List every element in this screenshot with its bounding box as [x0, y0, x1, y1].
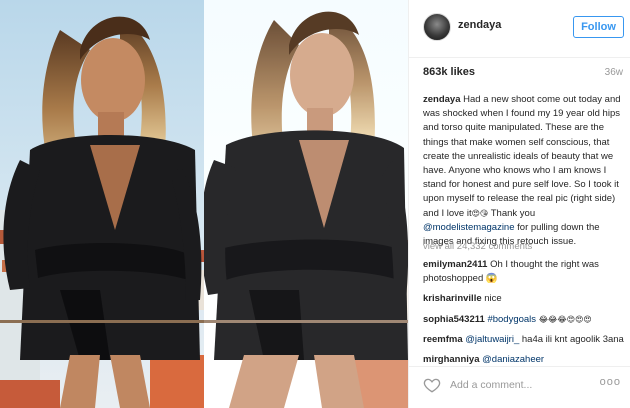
- comment-item: sophia543211 #bodygoals 😂😂😂😍😍😍: [423, 313, 627, 327]
- comment-user[interactable]: krisharinville: [423, 293, 482, 304]
- comment-hashtag[interactable]: #bodygoals: [487, 314, 536, 325]
- photo-retouched-left: [0, 0, 204, 408]
- comment-mention[interactable]: @jaltuwaijri_: [465, 334, 519, 345]
- follow-button[interactable]: Follow: [573, 16, 624, 38]
- comment-text: nice: [484, 293, 502, 305]
- post-photo[interactable]: [0, 0, 408, 408]
- view-all-comments-link[interactable]: view all 24,332 comments: [423, 241, 532, 252]
- post-caption: zendaya Had a new shoot come out today a…: [423, 93, 627, 249]
- comment-user[interactable]: emilyman2411: [423, 259, 487, 270]
- post-age[interactable]: 36w: [605, 67, 623, 78]
- comment-user[interactable]: sophia543211: [423, 314, 485, 325]
- likes-row: 863k likes 36w: [423, 66, 623, 82]
- heart-icon[interactable]: [423, 376, 441, 394]
- comment-text: 😂😂😂😍😍😍: [538, 314, 592, 324]
- caption-author[interactable]: zendaya: [423, 94, 461, 105]
- post-username[interactable]: zendaya: [458, 19, 501, 31]
- caption-emoji: 😍😘: [471, 208, 489, 218]
- add-comment-input[interactable]: Add a comment...: [450, 379, 532, 391]
- comment-item: emilyman2411 Oh I thought the right was …: [423, 258, 627, 286]
- comment-item: krisharinville nice: [423, 292, 627, 306]
- avatar[interactable]: [423, 13, 451, 41]
- caption-text-2: Thank you: [490, 207, 536, 219]
- post-panel: zendaya Follow 863k likes 36w zendaya Ha…: [408, 0, 630, 408]
- comment-user[interactable]: mirghanniya: [423, 354, 480, 365]
- likes-count[interactable]: 863k likes: [423, 66, 475, 78]
- comment-item: reemfma @jaltuwaijri_ ha4a ili knt agool…: [423, 333, 627, 347]
- comments-list: emilyman2411 Oh I thought the right was …: [423, 258, 627, 373]
- comment-text: ha4a ili knt agoolik 3ana: [521, 333, 624, 345]
- comment-footer: Add a comment... ooo: [409, 366, 630, 408]
- photo-original-right: [204, 0, 408, 408]
- caption-text: Had a new shoot come out today and was s…: [423, 94, 621, 219]
- caption-mention[interactable]: @modelistemagazine: [423, 222, 515, 233]
- post-header: zendaya Follow: [409, 0, 630, 58]
- comment-mention[interactable]: @daniazaheer: [482, 354, 544, 365]
- more-options-icon[interactable]: ooo: [600, 376, 621, 388]
- comment-user[interactable]: reemfma: [423, 334, 463, 345]
